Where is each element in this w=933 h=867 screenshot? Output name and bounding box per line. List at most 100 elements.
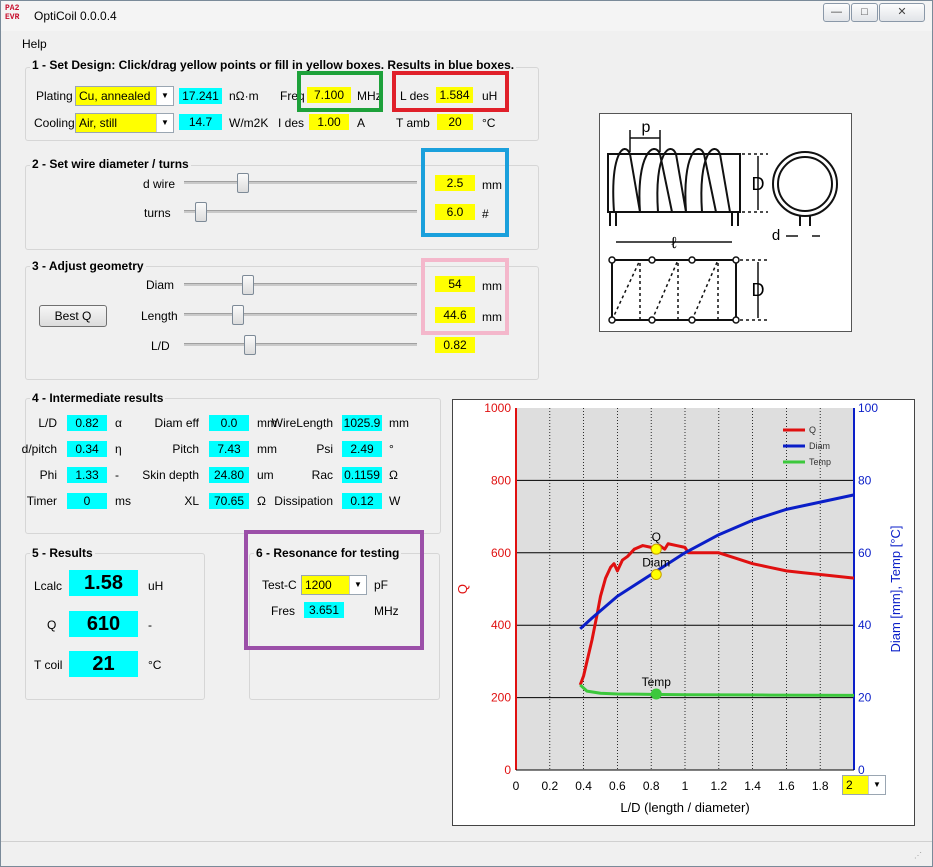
intermediate-label: L/D xyxy=(38,416,57,430)
intermediate-label: Rac xyxy=(311,468,333,482)
diagram-D-label: D xyxy=(752,174,765,194)
intermediate-label: Skin depth xyxy=(142,468,199,482)
ld-label: L/D xyxy=(151,339,170,353)
resistivity-value: 17.241 xyxy=(179,88,222,104)
geometry-highlight xyxy=(421,258,509,335)
intermediate-label: Pitch xyxy=(172,442,199,456)
diagram-p-label: p xyxy=(642,119,651,136)
best-q-button[interactable]: Best Q xyxy=(39,305,107,327)
intermediate-unit: Ω xyxy=(257,494,266,508)
tamb-input[interactable]: 20 xyxy=(437,114,473,130)
close-button[interactable]: ✕ xyxy=(879,3,925,22)
tamb-label: T amb xyxy=(396,116,430,130)
intermediate-label: Diam eff xyxy=(154,416,199,430)
title-bar: PA2 EVR OptiCoil 0.0.0.4 — □ ✕ xyxy=(1,1,932,31)
q-result-label: Q xyxy=(47,618,57,632)
htc-value: 14.7 xyxy=(179,114,222,130)
section-intermediate-title: 4 - Intermediate results xyxy=(30,391,166,405)
intermediate-label: Phi xyxy=(39,468,57,482)
ld-slider[interactable] xyxy=(244,335,256,355)
x-tick-label: 1 xyxy=(682,779,689,793)
cooling-value: Air, still xyxy=(79,116,118,130)
app-logo: PA2 EVR xyxy=(5,4,20,22)
intermediate-value: 0.0 xyxy=(209,415,249,431)
intermediate-unit: - xyxy=(115,468,119,482)
resize-grip-icon[interactable]: ⋰ xyxy=(914,851,924,861)
coil-diagram-svg: p D ℓ d D xyxy=(607,119,838,324)
tcoil-unit: °C xyxy=(148,658,162,672)
resistivity-unit: nΩ·m xyxy=(229,89,259,103)
intermediate-value: 0.82 xyxy=(67,415,107,431)
ides-label: I des xyxy=(278,116,305,130)
chevron-down-icon: ▼ xyxy=(868,776,885,794)
x-tick-label: 1.2 xyxy=(710,779,727,793)
y-right-tick-label: 100 xyxy=(858,401,878,415)
minimize-button[interactable]: — xyxy=(823,3,850,22)
y-tick-label: 200 xyxy=(491,691,511,705)
cooling-label: Cooling xyxy=(34,116,75,130)
xmax-select[interactable]: 2 ▼ xyxy=(842,775,886,795)
intermediate-unit: mm xyxy=(257,442,277,456)
turns-label: turns xyxy=(144,206,171,220)
legend-label: Q xyxy=(809,425,816,435)
window-title: OptiCoil 0.0.0.4 xyxy=(34,9,117,23)
diam-slider-track xyxy=(184,283,417,286)
y-right-tick-label: 80 xyxy=(858,473,872,487)
turns-slider[interactable] xyxy=(195,202,207,222)
section-set-design-title: 1 - Set Design: Click/drag yellow points… xyxy=(30,58,517,72)
chart-panel: 0 0.2 0.4 0.6 0.8 1 1.2 1.4 1.6 1.8 0 200 400 600 800 1… xyxy=(452,399,915,826)
length-label: Length xyxy=(141,309,178,323)
intermediate-value: 1025.9 xyxy=(342,415,382,431)
freq-highlight xyxy=(297,71,383,112)
intermediate-label: XL xyxy=(184,494,199,508)
x-tick-label: 0.8 xyxy=(643,779,660,793)
y-tick-label: 800 xyxy=(491,473,511,487)
marker-label: Temp xyxy=(642,675,672,689)
y-right-tick-label: 20 xyxy=(858,691,872,705)
plating-select[interactable]: Cu, annealed ▼ xyxy=(75,86,174,106)
intermediate-value: 70.65 xyxy=(209,493,249,509)
plating-label: Plating xyxy=(36,89,73,103)
q-diam-temp-chart[interactable]: 0 0.2 0.4 0.6 0.8 1 1.2 1.4 1.6 1.8 0 200 400 600 800 1… xyxy=(453,400,914,825)
y-tick-label: 0 xyxy=(504,763,511,777)
length-slider-track xyxy=(184,313,417,316)
y-right-tick-label: 40 xyxy=(858,618,872,632)
x-axis-label: L/D (length / diameter) xyxy=(620,800,749,815)
dwire-label: d wire xyxy=(143,177,176,191)
ld-slider-track xyxy=(184,343,417,346)
intermediate-value: 2.49 xyxy=(342,441,382,457)
diagram-D2-label: D xyxy=(752,280,765,300)
cooling-select[interactable]: Air, still ▼ xyxy=(75,113,174,133)
menu-item-help[interactable]: Help xyxy=(22,37,47,51)
y-tick-label: 600 xyxy=(491,546,511,560)
y-tick-label: 1000 xyxy=(484,401,511,415)
diam-slider[interactable] xyxy=(242,275,254,295)
plating-value: Cu, annealed xyxy=(79,89,151,103)
legend-label: Temp xyxy=(809,457,831,467)
x-tick-label: 0.2 xyxy=(541,779,558,793)
chevron-down-icon: ▼ xyxy=(156,87,173,105)
y-right-axis-label: Diam [mm], Temp [°C] xyxy=(888,525,903,652)
y-axis-label: Q xyxy=(455,584,470,594)
intermediate-value: 0 xyxy=(67,493,107,509)
q-result-unit: - xyxy=(148,618,152,632)
length-slider[interactable] xyxy=(232,305,244,325)
diagram-l-label: ℓ xyxy=(671,235,676,252)
marker-label: Diam xyxy=(642,556,670,570)
intermediate-unit: W xyxy=(389,494,401,508)
ides-input[interactable]: 1.00 xyxy=(309,114,349,130)
legend-label: Diam xyxy=(809,441,830,451)
intermediate-value: 7.43 xyxy=(209,441,249,457)
ldes-highlight xyxy=(392,71,509,112)
coil-diagram: p D ℓ d D xyxy=(599,113,852,332)
section-geometry-title: 3 - Adjust geometry xyxy=(30,259,146,273)
maximize-button[interactable]: □ xyxy=(851,3,878,22)
tcoil-label: T coil xyxy=(34,658,63,672)
dwire-slider[interactable] xyxy=(237,173,249,193)
ides-unit: A xyxy=(357,116,366,130)
intermediate-unit: Ω xyxy=(389,468,398,482)
marker-q xyxy=(650,543,662,555)
intermediate-unit: η xyxy=(115,442,122,456)
app-window: PA2 EVR OptiCoil 0.0.0.4 — □ ✕ Help 1 - … xyxy=(0,0,933,867)
lcalc-label: Lcalc xyxy=(34,579,63,593)
